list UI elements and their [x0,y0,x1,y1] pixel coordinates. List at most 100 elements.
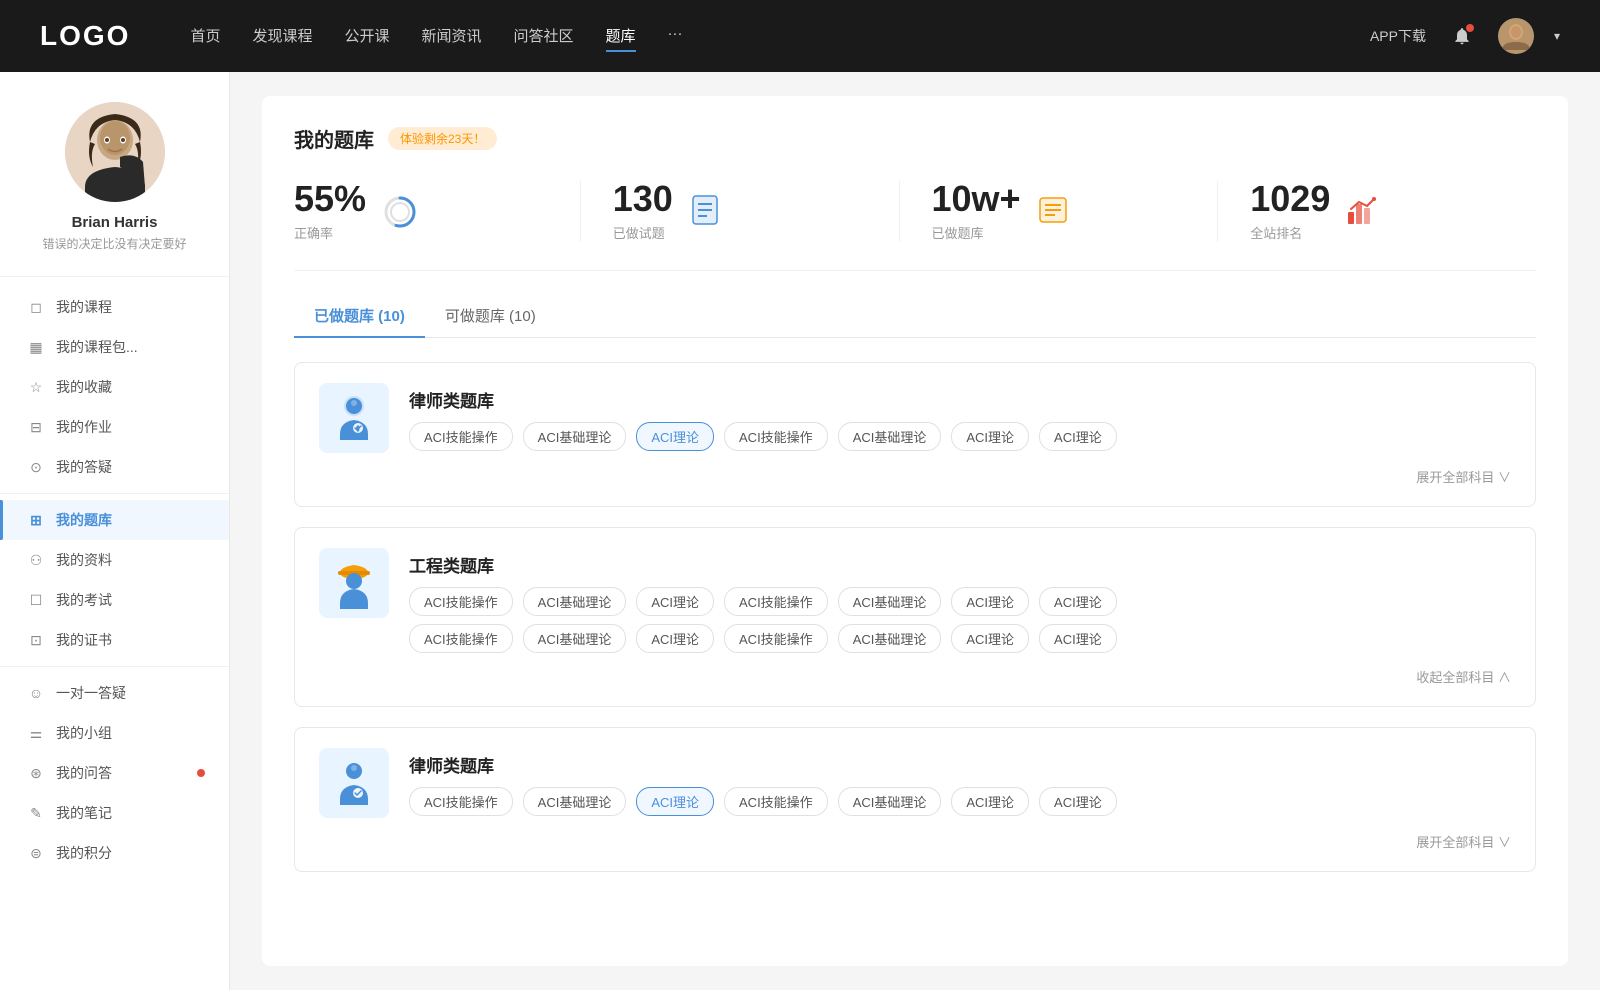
sidebar-item-my-qa-label: 我的问答 [56,763,112,783]
app-download[interactable]: APP下载 [1370,26,1426,46]
tab-done-banks[interactable]: 已做题库 (10) [294,295,425,338]
nav-question-bank[interactable]: 题库 [606,21,636,52]
sidebar-item-question-bank[interactable]: ⊞ 我的题库 [0,500,229,540]
bank-section-1-content: 律师类题库 ACI技能操作 ACI基础理论 ACI理论 ACI技能操作 ACI基… [409,383,1511,451]
lawyer-icon-2 [328,757,380,809]
sidebar-item-points[interactable]: ⊜ 我的积分 [0,833,229,873]
bank-section-2-expand[interactable]: 收起全部科目 ∧ [1416,667,1511,686]
nav-more[interactable]: ··· [668,21,683,52]
bank-section-3-expand[interactable]: 展开全部科目 ∨ [1416,832,1511,851]
nav-news[interactable]: 新闻资讯 [422,21,482,52]
bank-tag-1-6[interactable]: ACI理论 [1039,587,1117,616]
bank-tag-2-0[interactable]: ACI技能操作 [409,787,513,816]
notification-dot [1466,24,1474,32]
sidebar-item-favorites[interactable]: ☆ 我的收藏 [0,367,229,407]
page-title: 我的题库 [294,124,374,153]
sidebar-item-courses-label: 我的课程 [56,297,112,317]
bank-tag-0-2[interactable]: ACI理论 [636,422,714,451]
bank-tag-1-0[interactable]: ACI技能操作 [409,587,513,616]
sidebar-avatar [65,102,165,202]
sidebar-item-profile[interactable]: ⚇ 我的资料 [0,540,229,580]
sidebar-item-homework[interactable]: ⊟ 我的作业 [0,407,229,447]
bank-section-2-content: 工程类题库 ACI技能操作 ACI基础理论 ACI理论 ACI技能操作 ACI基… [409,548,1511,653]
bank-tag-1-3[interactable]: ACI技能操作 [724,587,828,616]
nav-discover[interactable]: 发现课程 [252,21,312,52]
sidebar-item-homework-label: 我的作业 [56,417,112,437]
bank-section-1-expand[interactable]: 展开全部科目 ∨ [1416,467,1511,486]
sidebar-item-group[interactable]: ⚌ 我的小组 [0,713,229,753]
nav-home[interactable]: 首页 [190,21,220,52]
stat-ranking: 1029 全站排名 [1218,181,1536,242]
note-icon: ✎ [28,805,44,821]
sidebar-item-courses[interactable]: ◻ 我的课程 [0,287,229,327]
bank-section-3-title: 律师类题库 [409,748,1511,777]
bank-section-1-title: 律师类题库 [409,383,1511,412]
notification-bell[interactable] [1446,20,1478,52]
user-name: Brian Harris [72,214,158,231]
nav-menu: 首页 发现课程 公开课 新闻资讯 问答社区 题库 ··· [190,21,1370,52]
sidebar-profile: Brian Harris 错误的决定比没有决定要好 [0,102,229,277]
bank-tag-0-3[interactable]: ACI技能操作 [724,422,828,451]
bank-tag-1-5[interactable]: ACI理论 [951,587,1029,616]
bank-section-1-header: 律师类题库 ACI技能操作 ACI基础理论 ACI理论 ACI技能操作 ACI基… [319,383,1511,453]
bank-tag-2-4[interactable]: ACI基础理论 [838,787,942,816]
stat-ranking-label: 全站排名 [1250,223,1330,242]
navbar-right: APP下载 ▾ [1370,18,1560,54]
sidebar-item-my-qa[interactable]: ⊛ 我的问答 [0,753,229,793]
bank-tag-2-3[interactable]: ACI技能操作 [724,787,828,816]
sidebar-item-course-packages[interactable]: ▦ 我的课程包... [0,327,229,367]
stat-done-questions-value: 130 [613,181,673,217]
bank-tag-2-1[interactable]: ACI基础理论 [523,787,627,816]
sidebar: Brian Harris 错误的决定比没有决定要好 ◻ 我的课程 ▦ 我的课程包… [0,72,230,990]
sidebar-item-notes[interactable]: ✎ 我的笔记 [0,793,229,833]
bank-tag-0-4[interactable]: ACI基础理论 [838,422,942,451]
done-questions-icon [689,194,725,230]
stat-done-banks-label: 已做题库 [932,223,1021,242]
bank-section-3-icon [319,748,389,818]
stats-row: 55% 正确率 130 已做试题 [294,181,1536,271]
bank-tag-1-8[interactable]: ACI基础理论 [523,624,627,653]
bank-tag-0-6[interactable]: ACI理论 [1039,422,1117,451]
bank-section-2: 工程类题库 ACI技能操作 ACI基础理论 ACI理论 ACI技能操作 ACI基… [294,527,1536,707]
bank-tag-1-10[interactable]: ACI技能操作 [724,624,828,653]
sidebar-item-one-on-one[interactable]: ☺ 一对一答疑 [0,673,229,713]
tab-available-banks[interactable]: 可做题库 (10) [425,295,556,338]
user-avatar[interactable] [1498,18,1534,54]
bank-tag-0-5[interactable]: ACI理论 [951,422,1029,451]
sidebar-item-one-on-one-label: 一对一答疑 [56,683,126,703]
sidebar-menu: ◻ 我的课程 ▦ 我的课程包... ☆ 我的收藏 ⊟ 我的作业 ⊙ 我的答疑 ⊞ [0,277,229,883]
bank-tag-2-6[interactable]: ACI理论 [1039,787,1117,816]
sidebar-item-exam[interactable]: ☐ 我的考试 [0,580,229,620]
stat-accuracy-label: 正确率 [294,223,366,242]
bank-tag-2-5[interactable]: ACI理论 [951,787,1029,816]
bank-tag-0-1[interactable]: ACI基础理论 [523,422,627,451]
sidebar-item-qa[interactable]: ⊙ 我的答疑 [0,447,229,487]
bank-section-2-icon [319,548,389,618]
stat-done-banks-value: 10w+ [932,181,1021,217]
sidebar-item-exam-label: 我的考试 [56,590,112,610]
sidebar-item-favorites-label: 我的收藏 [56,377,112,397]
bank-tag-1-1[interactable]: ACI基础理论 [523,587,627,616]
bank-section-3-content: 律师类题库 ACI技能操作 ACI基础理论 ACI理论 ACI技能操作 ACI基… [409,748,1511,816]
bank-tag-1-11[interactable]: ACI基础理论 [838,624,942,653]
lawyer-icon [328,392,380,444]
sidebar-item-profile-label: 我的资料 [56,550,112,570]
bank-tag-1-13[interactable]: ACI理论 [1039,624,1117,653]
bank-tag-1-4[interactable]: ACI基础理论 [838,587,942,616]
bank-tag-1-2[interactable]: ACI理论 [636,587,714,616]
bank-tag-1-7[interactable]: ACI技能操作 [409,624,513,653]
star-icon: ☆ [28,379,44,395]
bank-tag-0-0[interactable]: ACI技能操作 [409,422,513,451]
bank-section-3-header: 律师类题库 ACI技能操作 ACI基础理论 ACI理论 ACI技能操作 ACI基… [319,748,1511,818]
engineer-icon [328,557,380,609]
sidebar-item-certificate[interactable]: ⊡ 我的证书 [0,620,229,660]
nav-open-course[interactable]: 公开课 [344,21,389,52]
nav-qa[interactable]: 问答社区 [514,21,574,52]
user-dropdown-arrow[interactable]: ▾ [1554,29,1560,43]
stat-done-banks: 10w+ 已做题库 [900,181,1219,242]
bank-section-1-footer: 展开全部科目 ∨ [319,467,1511,486]
bank-section-3: 律师类题库 ACI技能操作 ACI基础理论 ACI理论 ACI技能操作 ACI基… [294,727,1536,872]
bank-tag-1-9[interactable]: ACI理论 [636,624,714,653]
bank-tag-2-2[interactable]: ACI理论 [636,787,714,816]
bank-tag-1-12[interactable]: ACI理论 [951,624,1029,653]
